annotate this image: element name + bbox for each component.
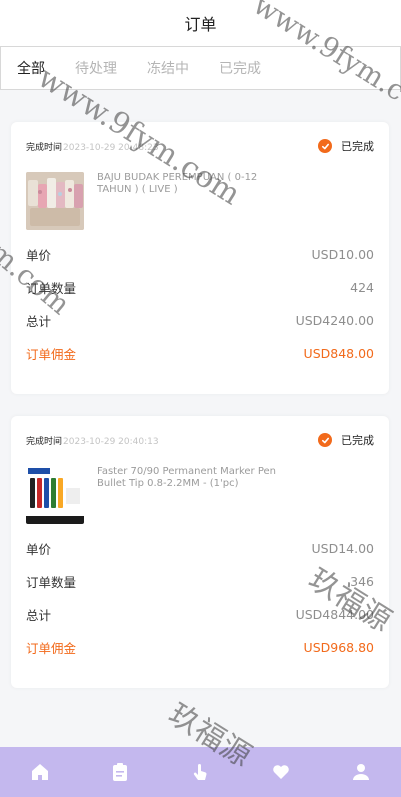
order-card: 完成时间2023-10-29 20:40:13 已完成 Faster 70/90 <box>11 416 389 688</box>
product-name: Faster 70/90 Permanent Marker Pen Bullet… <box>97 466 276 489</box>
unit-price-label: 单价 <box>26 541 52 557</box>
order-card-header: 完成时间2023-10-29 20:40:13 已完成 <box>26 432 374 448</box>
check-circle-icon <box>318 139 332 153</box>
heart-icon[interactable] <box>269 760 293 784</box>
commission-value: USD848.00 <box>303 345 374 361</box>
tap-icon[interactable] <box>188 760 212 784</box>
completion-time-label: 完成时间 <box>26 436 63 447</box>
status-text: 已完成 <box>341 434 374 447</box>
tab-pending[interactable]: 待处理 <box>75 58 117 78</box>
total-row: 总计 USD4844.00 <box>26 605 374 623</box>
total-row: 总计 USD4240.00 <box>26 311 374 329</box>
clipboard-icon[interactable] <box>108 760 132 784</box>
order-card-header: 完成时间2023-10-29 20:48:23 已完成 <box>26 138 374 154</box>
tab-frozen[interactable]: 冻结中 <box>147 58 189 78</box>
completion-time: 完成时间2023-10-29 20:40:13 <box>26 434 159 447</box>
unit-price-value: USD14.00 <box>311 540 375 556</box>
page-header: 订单 <box>0 0 401 46</box>
commission-row: 订单佣金 USD968.80 <box>26 638 374 656</box>
unit-price-row: 单价 USD10.00 <box>26 245 374 263</box>
unit-price-label: 单价 <box>26 247 52 263</box>
total-label: 总计 <box>26 313 52 329</box>
unit-price-value: USD10.00 <box>311 246 375 262</box>
quantity-label: 订单数量 <box>26 574 77 590</box>
check-circle-icon <box>318 433 332 447</box>
commission-row: 订单佣金 USD848.00 <box>26 344 374 362</box>
completion-time: 完成时间2023-10-29 20:48:23 <box>26 140 159 153</box>
status-tabs: 全部 待处理 冻结中 已完成 <box>0 46 401 90</box>
quantity-row: 订单数量 424 <box>26 278 374 296</box>
commission-label: 订单佣金 <box>26 346 77 362</box>
quantity-value: 424 <box>350 279 374 295</box>
bottom-nav <box>0 747 401 797</box>
total-value: USD4240.00 <box>295 312 374 328</box>
product-info: BAJU BUDAK PEREMPUAN ( 0-12 TAHUN ) ( LI… <box>26 172 374 230</box>
quantity-label: 订单数量 <box>26 280 77 296</box>
commission-value: USD968.80 <box>303 639 374 655</box>
quantity-row: 订单数量 346 <box>26 572 374 590</box>
commission-label: 订单佣金 <box>26 640 77 656</box>
tab-all[interactable]: 全部 <box>17 58 45 78</box>
status-text: 已完成 <box>341 140 374 153</box>
order-card: 完成时间2023-10-29 20:48:23 已完成 BAJU BUDAK P… <box>11 122 389 394</box>
completion-time-label: 完成时间 <box>26 142 63 153</box>
product-image <box>26 172 84 230</box>
completion-time-value: 2023-10-29 20:40:13 <box>63 436 159 447</box>
home-icon[interactable] <box>28 760 52 784</box>
total-value: USD4844.00 <box>295 606 374 622</box>
tab-completed[interactable]: 已完成 <box>219 58 261 78</box>
product-name: BAJU BUDAK PEREMPUAN ( 0-12 TAHUN ) ( LI… <box>97 172 258 195</box>
product-image <box>26 466 84 524</box>
completion-time-value: 2023-10-29 20:48:23 <box>63 142 159 153</box>
user-icon[interactable] <box>349 760 373 784</box>
status-badge: 已完成 <box>318 432 374 448</box>
quantity-value: 346 <box>350 573 374 589</box>
unit-price-row: 单价 USD14.00 <box>26 539 374 557</box>
page-title: 订单 <box>184 15 217 34</box>
status-badge: 已完成 <box>318 138 374 154</box>
total-label: 总计 <box>26 607 52 623</box>
product-info: Faster 70/90 Permanent Marker Pen Bullet… <box>26 466 374 524</box>
